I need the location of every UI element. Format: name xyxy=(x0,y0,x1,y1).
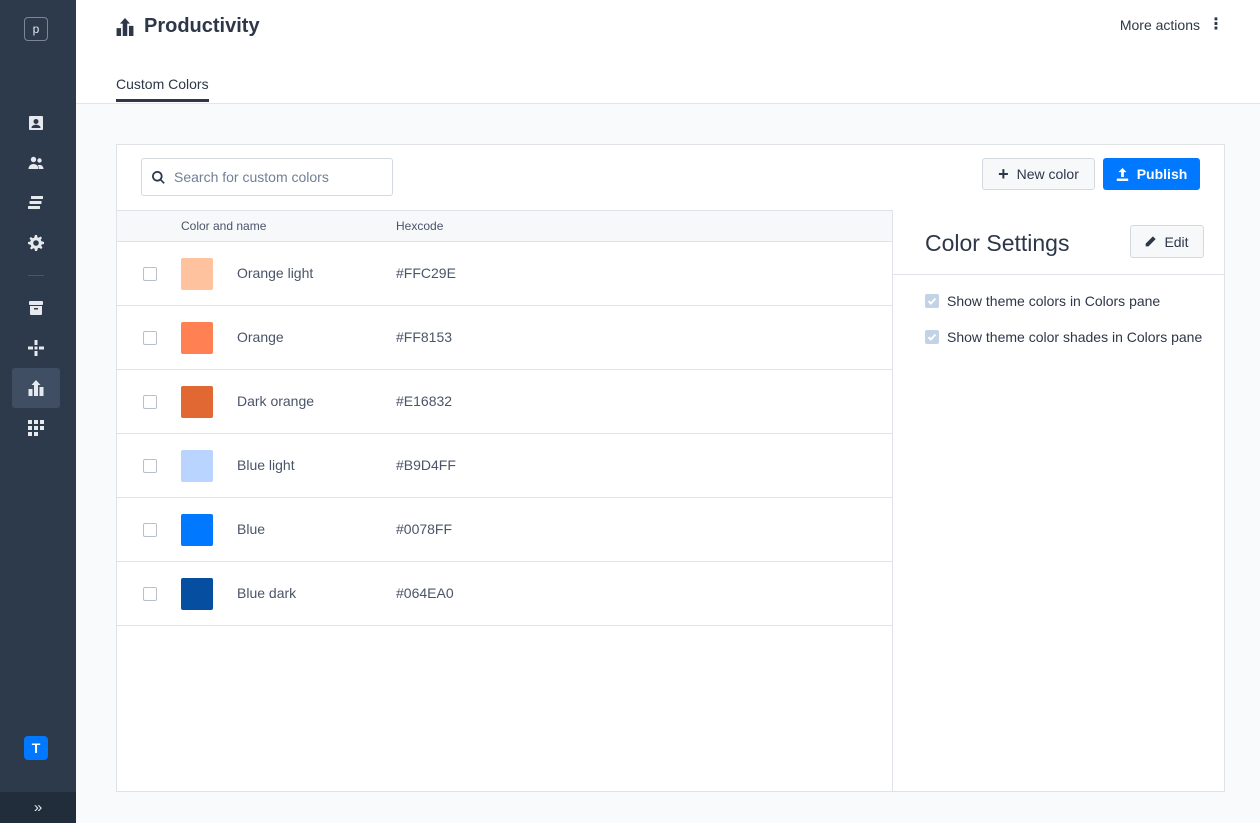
upload-icon xyxy=(1116,167,1128,181)
checkbox-checked[interactable] xyxy=(925,330,939,344)
row-checkbox[interactable] xyxy=(143,395,157,409)
edit-label: Edit xyxy=(1164,233,1189,250)
gear-icon xyxy=(28,235,44,251)
layers-icon xyxy=(28,196,43,209)
app-logo[interactable]: p xyxy=(24,17,48,41)
color-swatch xyxy=(181,578,213,610)
table-row[interactable]: Dark orange #E16832 xyxy=(117,370,892,434)
color-swatch xyxy=(181,322,213,354)
sidebar-item-archive[interactable] xyxy=(12,288,60,328)
settings-title: Color Settings xyxy=(925,230,1070,256)
plus-icon: + xyxy=(998,164,1009,184)
row-checkbox[interactable] xyxy=(143,267,157,281)
pencil-icon xyxy=(1146,236,1157,247)
archive-icon xyxy=(29,301,43,315)
more-actions-label: More actions xyxy=(1119,17,1200,33)
color-swatch xyxy=(181,450,213,482)
option-show-theme-colors[interactable]: Show theme colors in Colors pane xyxy=(925,293,1160,309)
check-icon xyxy=(927,297,937,305)
color-hexcode: #B9D4FF xyxy=(396,457,456,473)
color-hexcode: #0078FF xyxy=(396,521,453,537)
table-row[interactable]: Orange #FF8153 xyxy=(117,306,892,370)
row-checkbox[interactable] xyxy=(143,459,157,473)
sidebar-item-users[interactable] xyxy=(12,143,60,183)
color-swatch xyxy=(181,514,213,546)
option-label: Show theme colors in Colors pane xyxy=(947,293,1161,309)
kebab-menu-icon: ⋮ xyxy=(1208,16,1224,33)
search-icon xyxy=(152,170,165,184)
publish-label: Publish xyxy=(1136,166,1188,182)
page-header: Productivity More actions ⋮ Custom Color… xyxy=(76,0,1260,104)
sidebar-item-settings[interactable] xyxy=(12,223,60,263)
edit-settings-button[interactable]: Edit xyxy=(1130,225,1204,258)
color-name: Dark orange xyxy=(237,393,315,409)
page-title: Productivity xyxy=(116,15,260,38)
page-title-text: Productivity xyxy=(144,15,260,37)
search-input[interactable] xyxy=(174,169,374,185)
new-color-button[interactable]: + New color xyxy=(982,158,1095,190)
grid-icon xyxy=(28,420,44,436)
check-icon xyxy=(927,333,937,341)
column-header-name: Color and name xyxy=(181,219,267,233)
contact-card-icon xyxy=(29,116,43,130)
color-hexcode: #FF8153 xyxy=(396,329,453,345)
users-icon xyxy=(28,156,44,169)
more-actions-button[interactable]: More actions ⋮ xyxy=(1119,16,1224,34)
table-row[interactable]: Blue #0078FF xyxy=(117,498,892,562)
row-checkbox[interactable] xyxy=(143,331,157,345)
publish-button[interactable]: Publish xyxy=(1103,158,1200,190)
list-header: Color and name Hexcode xyxy=(117,211,892,242)
tab-custom-colors[interactable]: Custom Colors xyxy=(116,76,209,102)
option-label: Show theme color shades in Colors pane xyxy=(947,329,1203,345)
table-row[interactable]: Blue light #B9D4FF xyxy=(117,434,892,498)
color-name: Orange xyxy=(237,329,284,345)
sidebar-expand-button[interactable]: » xyxy=(0,792,76,823)
color-name: Blue dark xyxy=(237,585,297,601)
color-hexcode: #E16832 xyxy=(396,393,453,409)
table-row[interactable]: Blue dark #064EA0 xyxy=(117,562,892,626)
color-name: Blue xyxy=(237,521,266,537)
color-name: Blue light xyxy=(237,457,295,473)
double-chevron-right-icon: » xyxy=(33,799,43,816)
color-swatch xyxy=(181,258,213,290)
color-list: Color and name Hexcode Orange light #FFC2… xyxy=(117,210,893,792)
sidebar-divider xyxy=(28,275,44,276)
productivity-icon xyxy=(116,17,134,36)
sidebar: p T » xyxy=(0,0,76,823)
settings-header: Color Settings Edit xyxy=(893,210,1224,275)
color-swatch xyxy=(181,386,213,418)
plus-cross-icon xyxy=(28,340,44,356)
sidebar-item-productivity[interactable] xyxy=(12,368,60,408)
search-box[interactable] xyxy=(141,158,393,196)
sidebar-item-layers[interactable] xyxy=(12,183,60,223)
sidebar-item-components[interactable] xyxy=(12,328,60,368)
table-row[interactable]: Orange light #FFC29E xyxy=(117,242,892,306)
checkbox-checked[interactable] xyxy=(925,294,939,308)
color-name: Orange light xyxy=(237,265,314,281)
brand-logo[interactable]: T xyxy=(24,736,48,760)
sidebar-item-contacts[interactable] xyxy=(12,103,60,143)
row-checkbox[interactable] xyxy=(143,587,157,601)
custom-colors-panel: + New color Publish Color and name Hexco… xyxy=(116,144,1225,792)
productivity-icon xyxy=(28,380,44,396)
color-hexcode: #064EA0 xyxy=(396,585,454,601)
color-hexcode: #FFC29E xyxy=(396,265,456,281)
sidebar-item-grid[interactable] xyxy=(12,408,60,448)
color-settings-pane: Color Settings Edit Show theme colors in… xyxy=(893,210,1224,792)
row-checkbox[interactable] xyxy=(143,523,157,537)
option-show-theme-shades[interactable]: Show theme color shades in Colors pane xyxy=(925,329,1202,345)
column-header-hex: Hexcode xyxy=(396,219,444,233)
new-color-label: New color xyxy=(1016,166,1079,182)
